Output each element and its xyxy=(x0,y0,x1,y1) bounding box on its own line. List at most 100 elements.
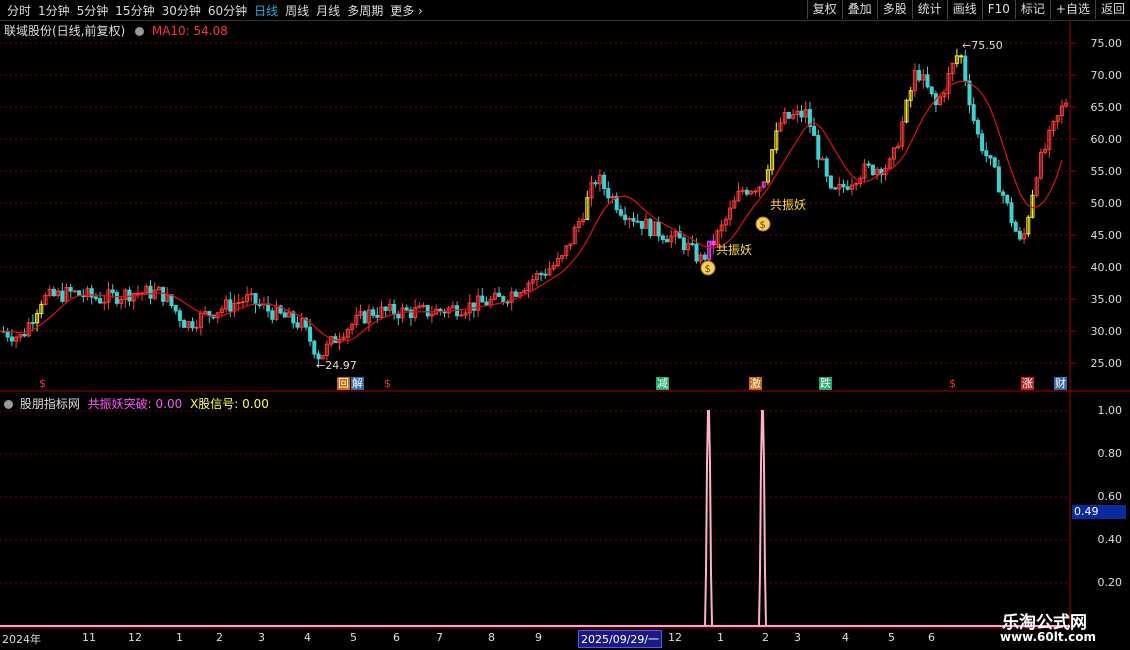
event-tag[interactable]: $ xyxy=(948,377,957,390)
candle-body xyxy=(425,305,430,317)
indicator-gear-icon[interactable] xyxy=(4,400,13,409)
candle-body xyxy=(371,309,376,316)
candle-body xyxy=(513,291,518,297)
candle-body xyxy=(665,239,670,243)
candle-body xyxy=(140,292,145,295)
candle-body xyxy=(711,240,716,246)
candle-body xyxy=(618,209,623,216)
date-tick: 4 xyxy=(842,631,849,644)
candle-body xyxy=(799,110,804,118)
indicator-tick: 1.00 xyxy=(1097,404,1123,417)
candle-body xyxy=(375,314,380,318)
candle-body xyxy=(631,217,636,222)
candle-body xyxy=(480,295,485,303)
indicator-tick: 0.60 xyxy=(1097,490,1123,503)
candle-body xyxy=(841,183,846,188)
candle-body xyxy=(1013,221,1018,232)
candle-body xyxy=(917,70,922,81)
date-tick: 12 xyxy=(128,631,142,644)
candle-body xyxy=(497,292,502,298)
date-tick: 2 xyxy=(216,631,223,644)
candle-body xyxy=(148,285,153,299)
candle-body xyxy=(207,311,212,316)
candle-body xyxy=(870,164,875,176)
event-tag[interactable]: $ xyxy=(383,377,392,390)
candle-body xyxy=(925,74,930,88)
candle-body xyxy=(383,306,388,311)
candle-body xyxy=(114,292,119,304)
candle-body xyxy=(866,163,871,166)
indicator-tick: 0.40 xyxy=(1097,533,1123,546)
candle-body xyxy=(77,290,82,296)
candle-body xyxy=(102,301,107,304)
candle-body xyxy=(593,182,598,185)
price-tick: 45.00 xyxy=(1090,229,1123,242)
candle-body xyxy=(959,55,964,58)
date-tick: 2 xyxy=(762,631,769,644)
event-tag[interactable]: 回 xyxy=(337,377,350,390)
candle-body xyxy=(543,273,548,276)
price-tick: 60.00 xyxy=(1090,133,1123,146)
candle-body xyxy=(602,174,607,190)
candle-body xyxy=(681,237,686,251)
event-tag[interactable]: $ xyxy=(38,377,47,390)
date-tick: 8 xyxy=(488,631,495,644)
candle-body xyxy=(702,254,707,260)
candle-body xyxy=(22,333,27,337)
indicator-s1: 共振妖突破: 0.00 xyxy=(87,397,183,411)
candle-body xyxy=(963,55,968,82)
candle-body xyxy=(270,310,275,320)
signal-label: 共振妖 xyxy=(716,243,752,257)
candle-body xyxy=(182,319,187,328)
candle-body xyxy=(786,111,791,119)
event-tag[interactable]: 涨 xyxy=(1021,377,1034,390)
indicator-tick: 0.20 xyxy=(1097,576,1123,589)
candle-body xyxy=(975,119,980,135)
candle-body xyxy=(690,243,695,246)
candle-body xyxy=(1017,230,1022,240)
event-tag[interactable]: 跌 xyxy=(819,377,832,390)
date-tick: 3 xyxy=(794,631,801,644)
date-tick: 6 xyxy=(928,631,935,644)
candle-body xyxy=(812,125,817,136)
candle-body xyxy=(539,273,544,276)
candle-body xyxy=(9,336,14,342)
candle-body xyxy=(606,188,611,199)
event-tag[interactable]: 减 xyxy=(656,377,669,390)
candle-body xyxy=(266,303,271,312)
event-tag[interactable]: 解 xyxy=(351,377,364,390)
price-tick: 70.00 xyxy=(1090,69,1123,82)
candle-body xyxy=(295,322,300,328)
candle-body xyxy=(816,134,821,160)
date-tick: 4 xyxy=(304,631,311,644)
candle-body xyxy=(421,305,426,308)
event-tag[interactable]: 激 xyxy=(749,377,762,390)
price-tick: 55.00 xyxy=(1090,165,1123,178)
candle-body xyxy=(60,290,65,302)
date-tick: 7 xyxy=(436,631,443,644)
candle-body xyxy=(51,288,56,297)
candle-body xyxy=(845,186,850,190)
candle-body xyxy=(1001,191,1006,196)
candle-body xyxy=(656,221,661,237)
candle-body xyxy=(253,293,258,306)
current-value-badge: 0.49 xyxy=(1072,505,1126,519)
candle-body xyxy=(484,301,489,306)
date-tick: 11 xyxy=(82,631,96,644)
candle-body xyxy=(396,313,401,319)
event-tag[interactable]: 财 xyxy=(1054,377,1067,390)
low-label: ←24.97 xyxy=(316,359,357,372)
candle-body xyxy=(135,292,140,295)
candle-body xyxy=(459,314,464,317)
watermark-url: www.60lt.com xyxy=(1000,630,1097,644)
date-tick: 2024年 xyxy=(2,633,41,646)
kline-chart[interactable]: ←75.50←24.97共振妖共振妖$$ xyxy=(0,0,1130,650)
price-tick: 65.00 xyxy=(1090,101,1123,114)
date-tick: 5 xyxy=(350,631,357,644)
date-tick: 1 xyxy=(176,631,183,644)
candle-body xyxy=(828,175,833,189)
candle-body xyxy=(30,322,35,325)
date-tick: 3 xyxy=(258,631,265,644)
date-tick: 1 xyxy=(717,631,724,644)
candle-body xyxy=(392,303,397,315)
